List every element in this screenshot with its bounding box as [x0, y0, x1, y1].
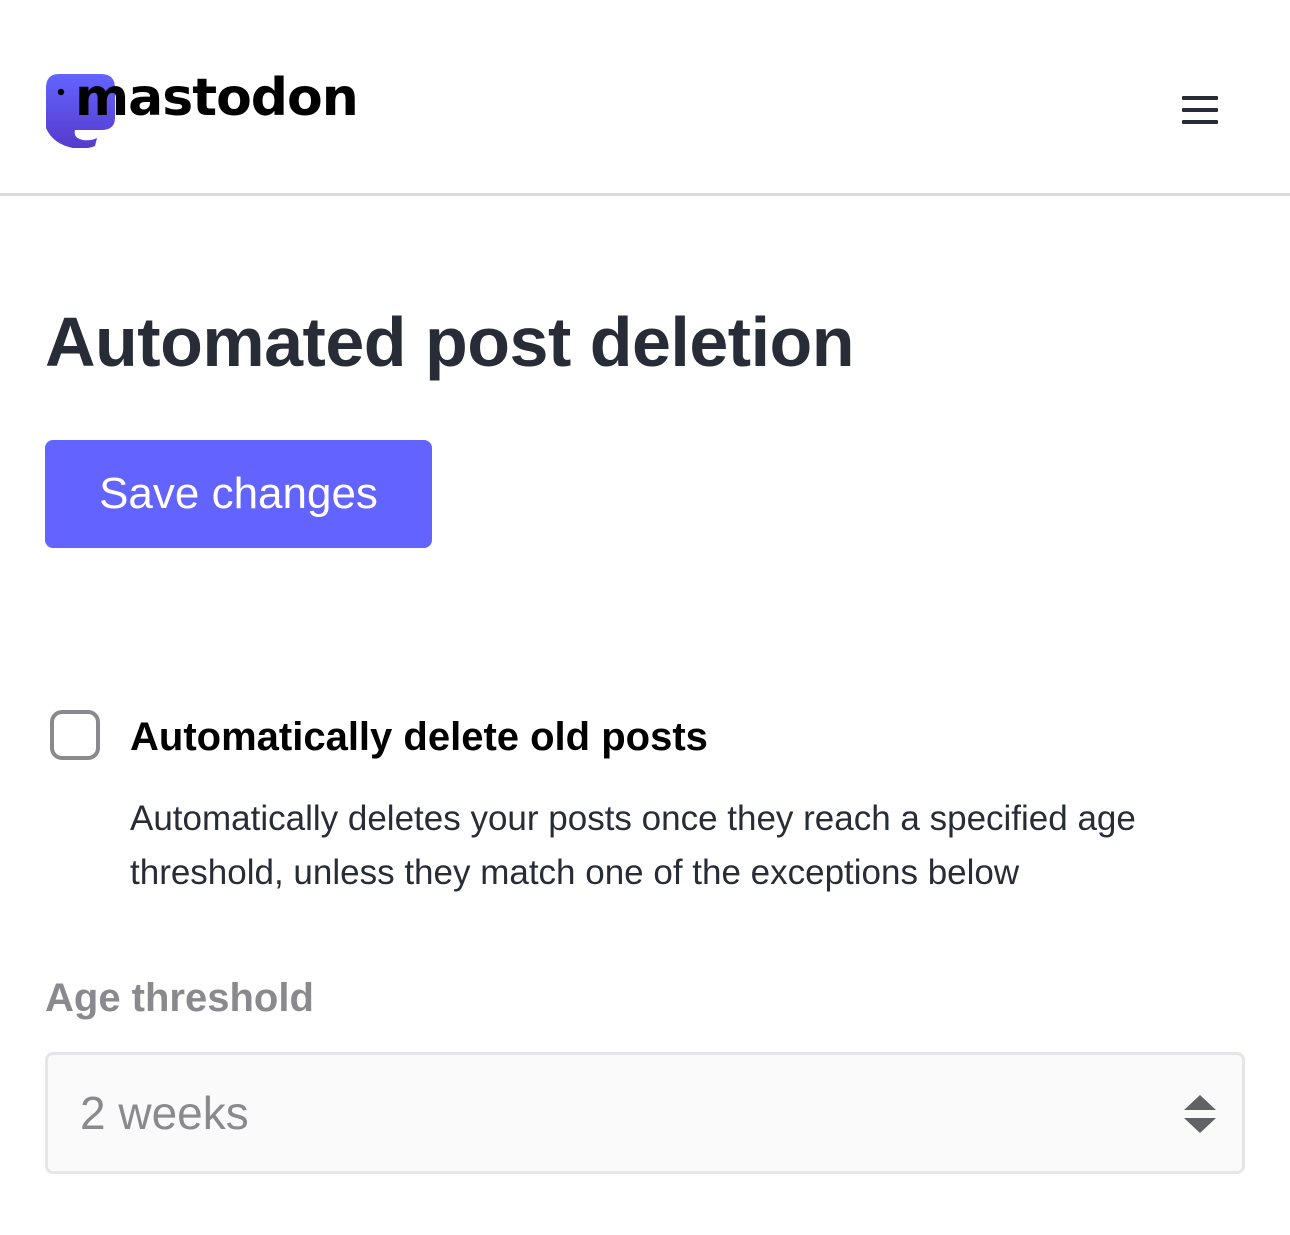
- age-threshold-label: Age threshold: [45, 976, 314, 1020]
- auto-delete-option[interactable]: Automatically delete old posts: [50, 710, 708, 760]
- select-arrows-icon: [1182, 1093, 1218, 1135]
- auto-delete-checkbox[interactable]: [50, 710, 100, 760]
- menu-bar: [1182, 108, 1218, 112]
- auto-delete-label[interactable]: Automatically delete old posts: [130, 710, 708, 764]
- page-title: Automated post deletion: [45, 303, 855, 381]
- save-changes-button[interactable]: Save changes: [45, 440, 432, 548]
- logo-wordmark: mastodon: [75, 68, 359, 128]
- page: mastodon Automated post deletion Save ch…: [0, 0, 1290, 1235]
- site-header: mastodon: [0, 0, 1290, 196]
- age-threshold-select[interactable]: 2 weeks: [45, 1052, 1245, 1174]
- menu-bar: [1182, 120, 1218, 124]
- hamburger-menu-icon[interactable]: [1174, 88, 1226, 132]
- auto-delete-hint: Automatically deletes your posts once th…: [130, 799, 1136, 892]
- age-threshold-value: 2 weeks: [80, 1087, 249, 1139]
- mastodon-logo[interactable]: mastodon: [45, 68, 359, 149]
- menu-bar: [1182, 96, 1218, 100]
